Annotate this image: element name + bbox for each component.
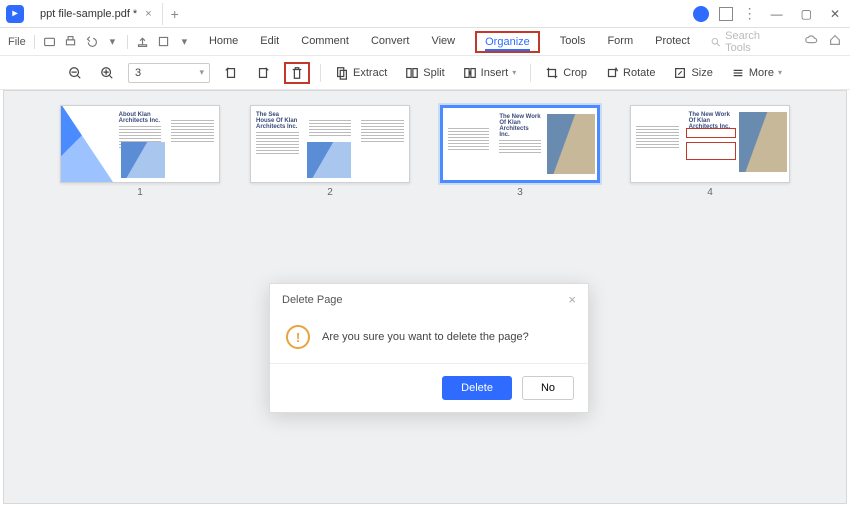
tab-home[interactable]: Home <box>207 31 240 53</box>
title-right-controls: ⋮ — ▢ ✕ <box>693 5 844 23</box>
page-grid-workspace: About Klan Architects Inc. 1 The Sea Hou… <box>3 90 847 504</box>
crop-button[interactable]: Crop <box>541 63 591 83</box>
confirm-delete-button[interactable]: Delete <box>442 376 512 400</box>
rotate-right-button[interactable] <box>252 63 274 83</box>
delete-page-button[interactable] <box>284 62 310 84</box>
undo-icon[interactable] <box>85 35 98 49</box>
zoom-in-button[interactable] <box>96 63 118 83</box>
page-number-label: 3 <box>517 187 523 198</box>
zoom-out-button[interactable] <box>64 63 86 83</box>
save-icon[interactable] <box>157 35 170 49</box>
dialog-title: Delete Page <box>282 294 343 306</box>
tab-title: ppt file-sample.pdf * <box>40 8 137 20</box>
rotate-left-button[interactable] <box>220 63 242 83</box>
dialog-message: Are you sure you want to delete the page… <box>322 331 529 343</box>
cloud-icon[interactable] <box>804 33 818 50</box>
app-icon: ▸ <box>6 5 24 23</box>
share-icon[interactable] <box>136 35 149 49</box>
size-button[interactable]: Size <box>669 63 716 83</box>
save-dropdown-icon[interactable]: ▾ <box>178 35 191 49</box>
document-tab[interactable]: ppt file-sample.pdf * × <box>30 3 163 25</box>
tab-tools[interactable]: Tools <box>558 31 588 53</box>
page-thumbnail[interactable]: The New Work Of Klan Architects Inc. <box>630 105 790 183</box>
delete-page-dialog: Delete Page × ! Are you sure you want to… <box>269 283 589 413</box>
rotate-button[interactable]: Rotate <box>601 63 659 83</box>
more-button[interactable]: More▾ <box>727 63 786 83</box>
organize-toolbar: 3 Extract Split Insert▾ Crop Rotate Size… <box>0 56 850 90</box>
search-placeholder: Search Tools <box>725 30 784 54</box>
menubar: File ▾ ▾ Home Edit Comment Convert View … <box>0 28 850 56</box>
app-square-icon[interactable] <box>719 7 733 21</box>
maximize-button[interactable]: ▢ <box>797 5 816 23</box>
tab-organize[interactable]: Organize <box>475 31 540 53</box>
file-menu[interactable]: File <box>8 36 26 48</box>
home-icon[interactable] <box>828 33 842 50</box>
cancel-button[interactable]: No <box>522 376 574 400</box>
print-icon[interactable] <box>64 35 77 49</box>
page-number-label: 4 <box>707 187 713 198</box>
extract-button[interactable]: Extract <box>331 63 391 83</box>
split-button[interactable]: Split <box>401 63 448 83</box>
tab-protect[interactable]: Protect <box>653 31 692 53</box>
dialog-close-icon[interactable]: × <box>568 292 576 307</box>
page-thumbnail[interactable]: About Klan Architects Inc. <box>60 105 220 183</box>
tab-edit[interactable]: Edit <box>258 31 281 53</box>
titlebar: ▸ ppt file-sample.pdf * × + ⋮ — ▢ ✕ <box>0 0 850 28</box>
page-number-label: 1 <box>137 187 143 198</box>
tab-form[interactable]: Form <box>605 31 635 53</box>
warning-icon: ! <box>286 325 310 349</box>
open-icon[interactable] <box>43 35 56 49</box>
user-avatar-icon[interactable] <box>693 6 709 22</box>
page-number-input[interactable]: 3 <box>128 63 210 83</box>
page-thumbnail-selected[interactable]: The New Work Of Klan Architects Inc. <box>440 105 600 183</box>
tab-comment[interactable]: Comment <box>299 31 351 53</box>
close-tab-icon[interactable]: × <box>145 8 151 20</box>
insert-button[interactable]: Insert▾ <box>459 63 521 83</box>
minimize-button[interactable]: — <box>767 5 787 23</box>
close-window-button[interactable]: ✕ <box>826 5 844 23</box>
page-thumbnail[interactable]: The Sea House Of Klan Architects Inc. <box>250 105 410 183</box>
tab-convert[interactable]: Convert <box>369 31 412 53</box>
redo-dropdown-icon[interactable]: ▾ <box>106 35 119 49</box>
search-tools[interactable]: Search Tools <box>710 30 784 54</box>
ribbon-tabs: Home Edit Comment Convert View Organize … <box>207 31 692 53</box>
tab-view[interactable]: View <box>429 31 457 53</box>
more-menu-icon[interactable]: ⋮ <box>743 5 757 22</box>
page-number-label: 2 <box>327 187 333 198</box>
new-tab-button[interactable]: + <box>171 6 179 22</box>
